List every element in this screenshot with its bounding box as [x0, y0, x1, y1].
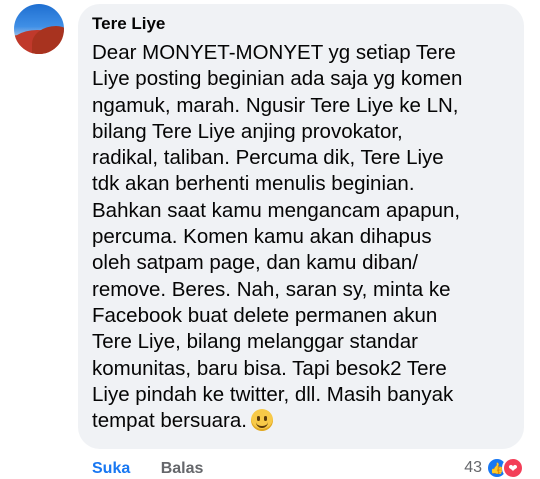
reactions-summary[interactable]: 43 👍 ❤: [464, 457, 524, 479]
smile-emoji-icon: [250, 409, 273, 432]
love-icon: ❤: [502, 457, 524, 479]
comment-bubble: Tere Liye Dear MONYET-MONYET yg setiap T…: [78, 4, 524, 449]
avatar[interactable]: [14, 4, 64, 54]
comment-text-body: Dear MONYET-MONYET yg setiap Tere Liye p…: [92, 41, 463, 433]
comment-text: Dear MONYET-MONYET yg setiap Tere Liye p…: [92, 40, 510, 434]
reply-button[interactable]: Balas: [161, 460, 204, 477]
comment-actions: Suka Balas: [92, 460, 229, 478]
comment-author[interactable]: Tere Liye: [92, 14, 510, 34]
reaction-count: 43: [464, 459, 482, 476]
like-button[interactable]: Suka: [92, 460, 130, 477]
